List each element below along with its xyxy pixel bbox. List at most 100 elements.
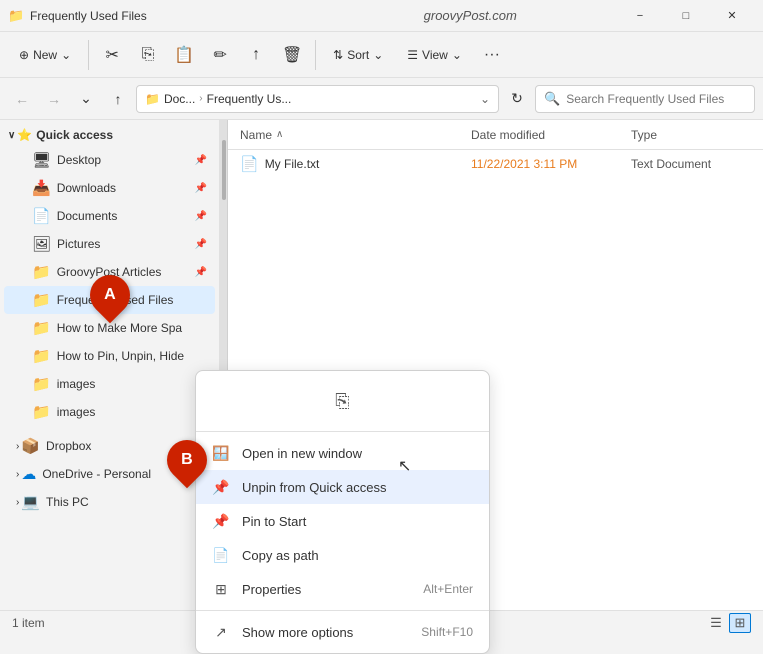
show-more-shortcut: Shift+F10 <box>421 625 473 639</box>
images-1-label: images <box>57 377 207 391</box>
view-icon: ☰ <box>407 48 418 62</box>
sidebar-item-images-2[interactable]: 📁 images <box>4 398 215 426</box>
downloads-label: Downloads <box>57 181 195 195</box>
paste-button[interactable]: 📋 <box>167 38 201 72</box>
back-icon: ← <box>15 91 29 107</box>
context-properties[interactable]: ⊞ Properties Alt+Enter <box>196 572 489 606</box>
path-part2: Frequently Us... <box>207 92 292 106</box>
pin-icon-pictures: 📌 <box>195 239 207 250</box>
sidebar-item-how-to-pin[interactable]: 📁 How to Pin, Unpin, Hide <box>4 342 215 370</box>
sort-label: Sort <box>347 48 369 62</box>
context-separator-top <box>196 431 489 432</box>
context-open-new-window[interactable]: 🪟 Open in new window <box>196 436 489 470</box>
maximize-button[interactable]: □ <box>663 0 709 32</box>
context-copy-icon-btn[interactable]: ⎘ <box>325 383 361 419</box>
col-name-label: Name <box>240 128 272 142</box>
show-more-label: Show more options <box>242 625 409 640</box>
context-copy-icon: ⎘ <box>335 391 349 412</box>
context-separator-bottom <box>196 610 489 611</box>
minimize-button[interactable]: − <box>617 0 663 32</box>
up-button[interactable]: ↑ <box>104 85 132 113</box>
images-2-icon: 📁 <box>32 403 51 421</box>
file-name-myfile: My File.txt <box>265 157 471 171</box>
show-more-icon: ↗ <box>212 624 230 641</box>
address-path[interactable]: 📁 Doc... › Frequently Us... ⌄ <box>136 85 499 113</box>
paste-icon: 📋 <box>174 45 194 65</box>
recent-button[interactable]: ⌄ <box>72 85 100 113</box>
sidebar-item-documents[interactable]: 📄 Documents 📌 <box>4 202 215 230</box>
close-button[interactable]: ✕ <box>709 0 755 32</box>
share-button[interactable]: ↑ <box>239 38 273 72</box>
frequently-used-icon: 📁 <box>32 291 51 309</box>
desktop-icon: 🖥 <box>32 151 51 169</box>
new-button[interactable]: ⊕ New ⌄ <box>8 36 82 74</box>
title-bar: 📁 Frequently Used Files groovyPost.com −… <box>0 0 763 32</box>
context-show-more[interactable]: ↗ Show more options Shift+F10 <box>196 615 489 649</box>
sidebar-item-pictures[interactable]: 🖼 Pictures 📌 <box>4 230 215 258</box>
new-icon: ⊕ <box>19 48 29 62</box>
more-button[interactable]: ··· <box>475 38 509 72</box>
documents-label: Documents <box>57 209 195 223</box>
refresh-button[interactable]: ↻ <box>503 85 531 113</box>
new-chevron: ⌄ <box>61 48 71 62</box>
col-type-label: Type <box>631 128 657 142</box>
dropbox-icon: 📦 <box>21 437 40 455</box>
search-box[interactable]: 🔍 <box>535 85 755 113</box>
item-count: 1 item <box>12 616 45 630</box>
rename-icon: ✏ <box>213 45 226 65</box>
view-grid-button[interactable]: ⊞ <box>729 613 751 633</box>
col-sort-icon: ∧ <box>276 129 283 140</box>
copy-button[interactable]: ⎘ <box>131 38 165 72</box>
how-to-pin-icon: 📁 <box>32 347 51 365</box>
context-pin-start[interactable]: 📌 Pin to Start <box>196 504 489 538</box>
cut-icon: ✂ <box>105 45 118 65</box>
window-controls: − □ ✕ <box>617 0 755 32</box>
groovypost-label: GroovyPost Articles <box>57 265 195 279</box>
search-input[interactable] <box>566 92 746 106</box>
address-bar: ← → ⌄ ↑ 📁 Doc... › Frequently Us... ⌄ ↻ … <box>0 78 763 120</box>
quick-access-chevron: ∨ <box>8 130 15 141</box>
forward-button[interactable]: → <box>40 85 68 113</box>
how-to-make-label: How to Make More Spa <box>57 321 207 335</box>
sidebar-item-downloads[interactable]: 📥 Downloads 📌 <box>4 174 215 202</box>
context-unpin-quick-access[interactable]: 📌 Unpin from Quick access <box>196 470 489 504</box>
back-button[interactable]: ← <box>8 85 36 113</box>
cut-button[interactable]: ✂ <box>95 38 129 72</box>
sidebar-thispc-chevron: › <box>16 497 19 508</box>
sort-button[interactable]: ⇅ Sort ⌄ <box>322 36 394 74</box>
pin-icon-groovypost: 📌 <box>195 267 207 278</box>
delete-icon: 🗑 <box>282 45 302 65</box>
unpin-label: Unpin from Quick access <box>242 480 473 495</box>
path-dropdown-icon: ⌄ <box>480 92 490 106</box>
sidebar-item-images-1[interactable]: 📁 images <box>4 370 215 398</box>
col-type-header: Type <box>631 128 751 142</box>
view-list-button[interactable]: ☰ <box>705 613 727 633</box>
sidebar-item-thispc[interactable]: › 💻 This PC <box>4 488 215 516</box>
properties-label: Properties <box>242 582 411 597</box>
quick-access-section[interactable]: ∨ ⭐ Quick access <box>0 124 219 146</box>
forward-icon: → <box>47 91 61 107</box>
desktop-label: Desktop <box>57 153 195 167</box>
col-name-header[interactable]: Name ∧ <box>240 128 471 142</box>
pin-start-label: Pin to Start <box>242 514 473 529</box>
sidebar: ∨ ⭐ Quick access 🖥 Desktop 📌 📥 Downloads… <box>0 120 220 610</box>
file-icon-myfile: 📄 <box>240 155 259 173</box>
refresh-icon: ↻ <box>511 90 523 107</box>
sidebar-dropbox-chevron: › <box>16 441 19 452</box>
pin-icon-downloads: 📌 <box>195 183 207 194</box>
view-toggle: ☰ ⊞ <box>705 613 751 633</box>
view-button[interactable]: ☰ View ⌄ <box>396 36 473 74</box>
rename-button[interactable]: ✏ <box>203 38 237 72</box>
unpin-icon: 📌 <box>212 479 230 496</box>
images-2-label: images <box>57 405 207 419</box>
share-icon: ↑ <box>252 46 260 64</box>
pin-icon-desktop: 📌 <box>195 155 207 166</box>
delete-button[interactable]: 🗑 <box>275 38 309 72</box>
pin-start-icon: 📌 <box>212 513 230 530</box>
context-copy-path[interactable]: 📄 Copy as path <box>196 538 489 572</box>
toolbar: ⊕ New ⌄ ✂ ⎘ 📋 ✏ ↑ 🗑 ⇅ Sort ⌄ ☰ View ⌄ ··… <box>0 32 763 78</box>
file-row-myfile[interactable]: 📄 My File.txt 11/22/2021 3:11 PM Text Do… <box>228 150 763 178</box>
sidebar-item-desktop[interactable]: 🖥 Desktop 📌 <box>4 146 215 174</box>
quick-access-icon: ⭐ <box>17 128 32 142</box>
sort-icon: ⇅ <box>333 48 343 62</box>
